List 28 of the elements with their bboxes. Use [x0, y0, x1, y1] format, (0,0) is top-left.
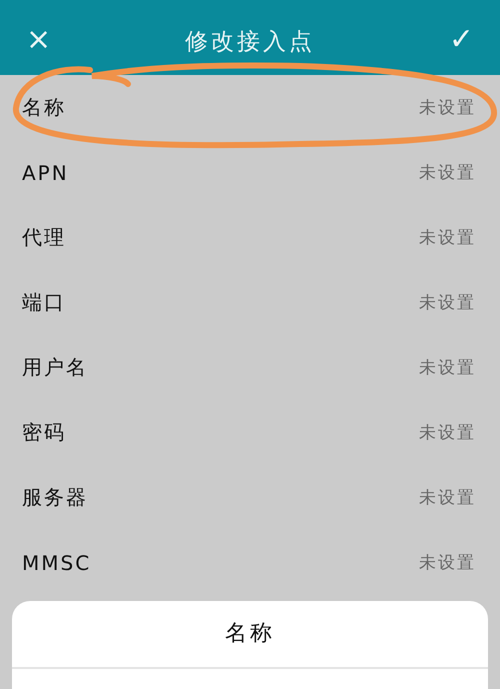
row-label: 名称	[22, 94, 66, 121]
settings-row[interactable]: 密码 未设置	[0, 400, 500, 465]
row-label: 端口	[22, 289, 66, 316]
row-value: 未设置	[419, 227, 476, 249]
settings-row[interactable]: 用户名 未设置	[0, 335, 500, 400]
row-value: 未设置	[419, 422, 476, 444]
close-button[interactable]: ×	[20, 22, 58, 58]
settings-row[interactable]: 端口 未设置	[0, 270, 500, 335]
row-value: 未设置	[419, 97, 476, 119]
row-label: APN	[22, 160, 69, 184]
settings-row[interactable]: APN 未设置	[0, 140, 500, 205]
settings-row[interactable]: 名称 未设置	[0, 75, 500, 140]
row-value: 未设置	[419, 292, 476, 314]
settings-row[interactable]: 代理 未设置	[0, 205, 500, 270]
row-label: MMSC	[22, 550, 92, 574]
row-label: 代理	[22, 224, 66, 251]
dialog-title: 名称	[12, 601, 488, 669]
screen-title: 修改接入点	[185, 28, 315, 57]
row-label: 服务器	[22, 484, 88, 511]
row-value: 未设置	[419, 162, 476, 184]
settings-row[interactable]: MMSC 未设置	[0, 530, 500, 595]
confirm-button[interactable]: ✓	[442, 22, 480, 58]
row-label: 用户名	[22, 354, 88, 381]
row-value: 未设置	[419, 357, 476, 379]
row-label: 密码	[22, 419, 66, 446]
settings-row[interactable]: 服务器 未设置	[0, 465, 500, 530]
row-value: 未设置	[419, 487, 476, 509]
row-value: 未设置	[419, 552, 476, 574]
